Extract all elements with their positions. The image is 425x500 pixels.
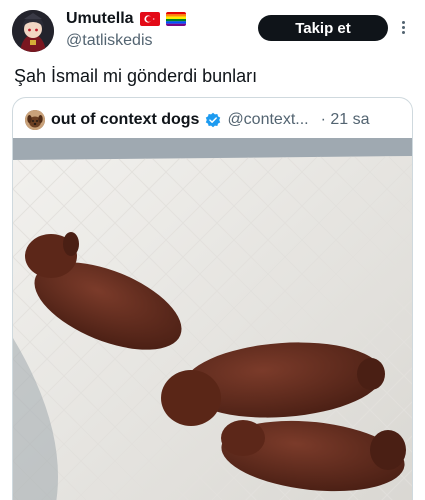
more-dot xyxy=(401,25,405,29)
quoted-handle[interactable]: @context... xyxy=(227,111,308,129)
more-options-icon[interactable] xyxy=(396,16,410,38)
rainbow-flag-icon xyxy=(165,12,186,26)
quoted-display-name[interactable]: out of context dogs xyxy=(51,111,199,129)
user-avatar[interactable] xyxy=(12,10,54,52)
tweet-header: Umutella @tatliskedis Takip et xyxy=(0,0,425,62)
more-dot xyxy=(401,30,405,34)
anime-avatar-icon xyxy=(12,10,54,52)
author-display-name[interactable]: Umutella xyxy=(66,10,134,28)
quoted-avatar[interactable] xyxy=(25,110,45,130)
quoted-timestamp[interactable]: · 21 sa xyxy=(321,111,370,129)
dog-avatar-icon xyxy=(25,110,45,130)
quoted-tweet-card[interactable]: out of context dogs @context... · 21 sa xyxy=(12,97,413,500)
verified-badge-icon xyxy=(206,112,221,128)
tweet-text: Şah İsmail mi gönderdi bunları xyxy=(14,66,258,86)
author-name-row: Umutella xyxy=(66,10,186,28)
more-dot xyxy=(401,20,405,24)
turkey-flag-icon xyxy=(139,12,160,26)
puppies-photo[interactable] xyxy=(13,138,412,500)
follow-button[interactable]: Takip et xyxy=(258,15,388,41)
author-handle[interactable]: @tatliskedis xyxy=(66,32,153,50)
quoted-tweet-header: out of context dogs @context... · 21 sa xyxy=(25,108,405,132)
